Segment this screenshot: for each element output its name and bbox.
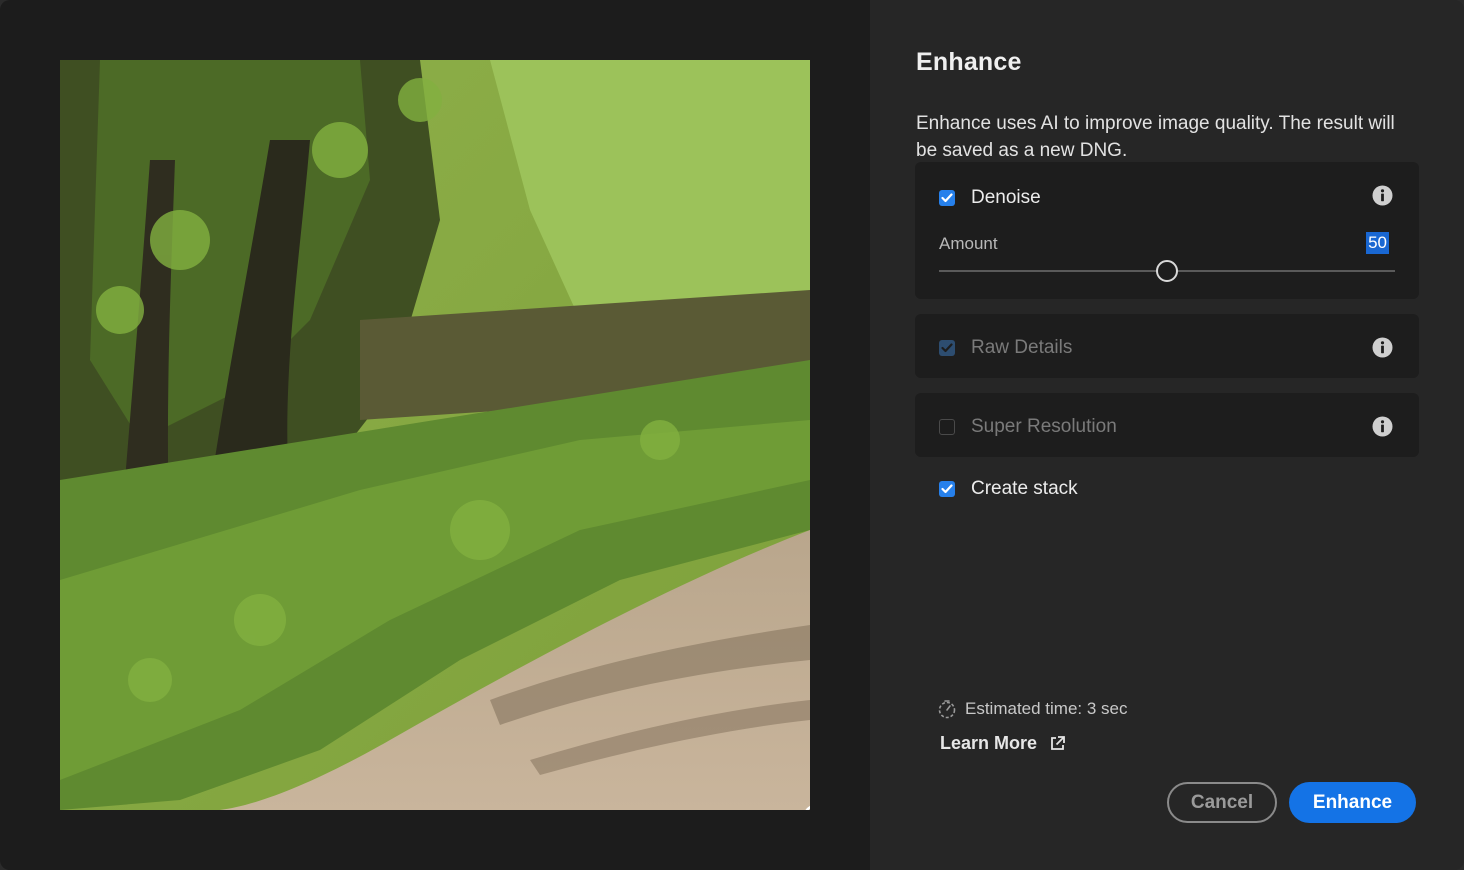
zoom-out-icon[interactable] — [801, 802, 810, 810]
create-stack-checkbox-row[interactable]: Create stack — [939, 478, 1078, 500]
denoise-checkbox[interactable] — [939, 190, 955, 206]
create-stack-checkbox[interactable] — [939, 481, 955, 497]
super-resolution-checkbox[interactable] — [939, 419, 955, 435]
enhance-button[interactable]: Enhance — [1289, 782, 1416, 823]
raw-details-label: Raw Details — [971, 337, 1073, 358]
super-resolution-card: Super Resolution — [915, 393, 1419, 457]
info-icon[interactable] — [1372, 337, 1393, 358]
preview-pane — [0, 0, 870, 870]
learn-more-link[interactable]: Learn More — [940, 733, 1066, 754]
super-resolution-label: Super Resolution — [971, 416, 1117, 437]
checkmark-icon — [941, 193, 953, 203]
raw-details-checkbox-row[interactable]: Raw Details — [939, 337, 1072, 359]
settings-pane: Enhance Enhance uses AI to improve image… — [870, 0, 1464, 870]
create-stack-label: Create stack — [971, 478, 1078, 499]
dialog-description: Enhance uses AI to improve image quality… — [916, 113, 1395, 161]
amount-label: Amount — [939, 234, 998, 253]
checkmark-icon — [941, 343, 953, 353]
denoise-card: Denoise Amount 50 — [915, 162, 1419, 299]
amount-slider[interactable] — [939, 260, 1395, 282]
raw-details-card: Raw Details — [915, 314, 1419, 378]
cancel-button[interactable]: Cancel — [1167, 782, 1277, 823]
checkmark-icon — [941, 484, 953, 494]
info-icon[interactable] — [1372, 416, 1393, 437]
super-resolution-checkbox-row[interactable]: Super Resolution — [939, 416, 1117, 438]
preview-image[interactable] — [60, 60, 810, 810]
enhance-dialog: Enhance Enhance uses AI to improve image… — [0, 0, 1464, 870]
raw-details-checkbox[interactable] — [939, 340, 955, 356]
timer-icon — [938, 700, 956, 719]
external-link-icon — [1051, 736, 1065, 750]
dialog-title: Enhance — [916, 48, 1022, 76]
estimated-time-text: Estimated time: 3 sec — [965, 699, 1128, 718]
denoise-label: Denoise — [971, 187, 1041, 208]
amount-slider-thumb[interactable] — [1156, 260, 1178, 282]
preview-photo — [60, 60, 810, 810]
learn-more-label: Learn More — [940, 733, 1038, 753]
amount-value-field[interactable]: 50 — [1366, 232, 1389, 254]
info-icon[interactable] — [1372, 185, 1393, 206]
estimated-time: Estimated time: 3 sec — [937, 699, 1128, 719]
denoise-checkbox-row[interactable]: Denoise — [939, 187, 1041, 209]
